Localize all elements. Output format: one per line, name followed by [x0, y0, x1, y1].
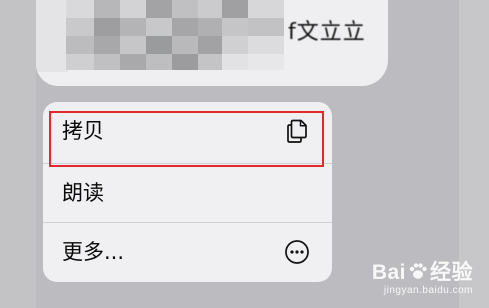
watermark-site: jingyan.baidu.com: [383, 285, 473, 296]
menu-item-more-label: 更多...: [62, 240, 125, 264]
baidu-jingyan-watermark: Bai 经验 jingyan.baidu.com: [372, 256, 473, 296]
menu-item-read-aloud[interactable]: 朗读: [43, 164, 332, 222]
background-left-edge: [0, 0, 36, 308]
watermark-logo-right: 经验: [430, 261, 473, 284]
watermark-logo: Bai 经验: [372, 256, 473, 286]
menu-item-more[interactable]: 更多...: [43, 223, 332, 281]
message-bubble[interactable]: f文立立: [36, 0, 388, 86]
menu-item-read-aloud-label: 朗读: [62, 181, 104, 205]
copy-highlight-box: [49, 111, 324, 167]
mosaic-blocks: [36, 0, 284, 72]
pixelated-message-text: f文立立: [288, 20, 366, 45]
more-ellipsis-circle-icon: [285, 240, 309, 264]
watermark-logo-left: Bai: [371, 261, 406, 284]
paw-icon: [409, 263, 427, 279]
